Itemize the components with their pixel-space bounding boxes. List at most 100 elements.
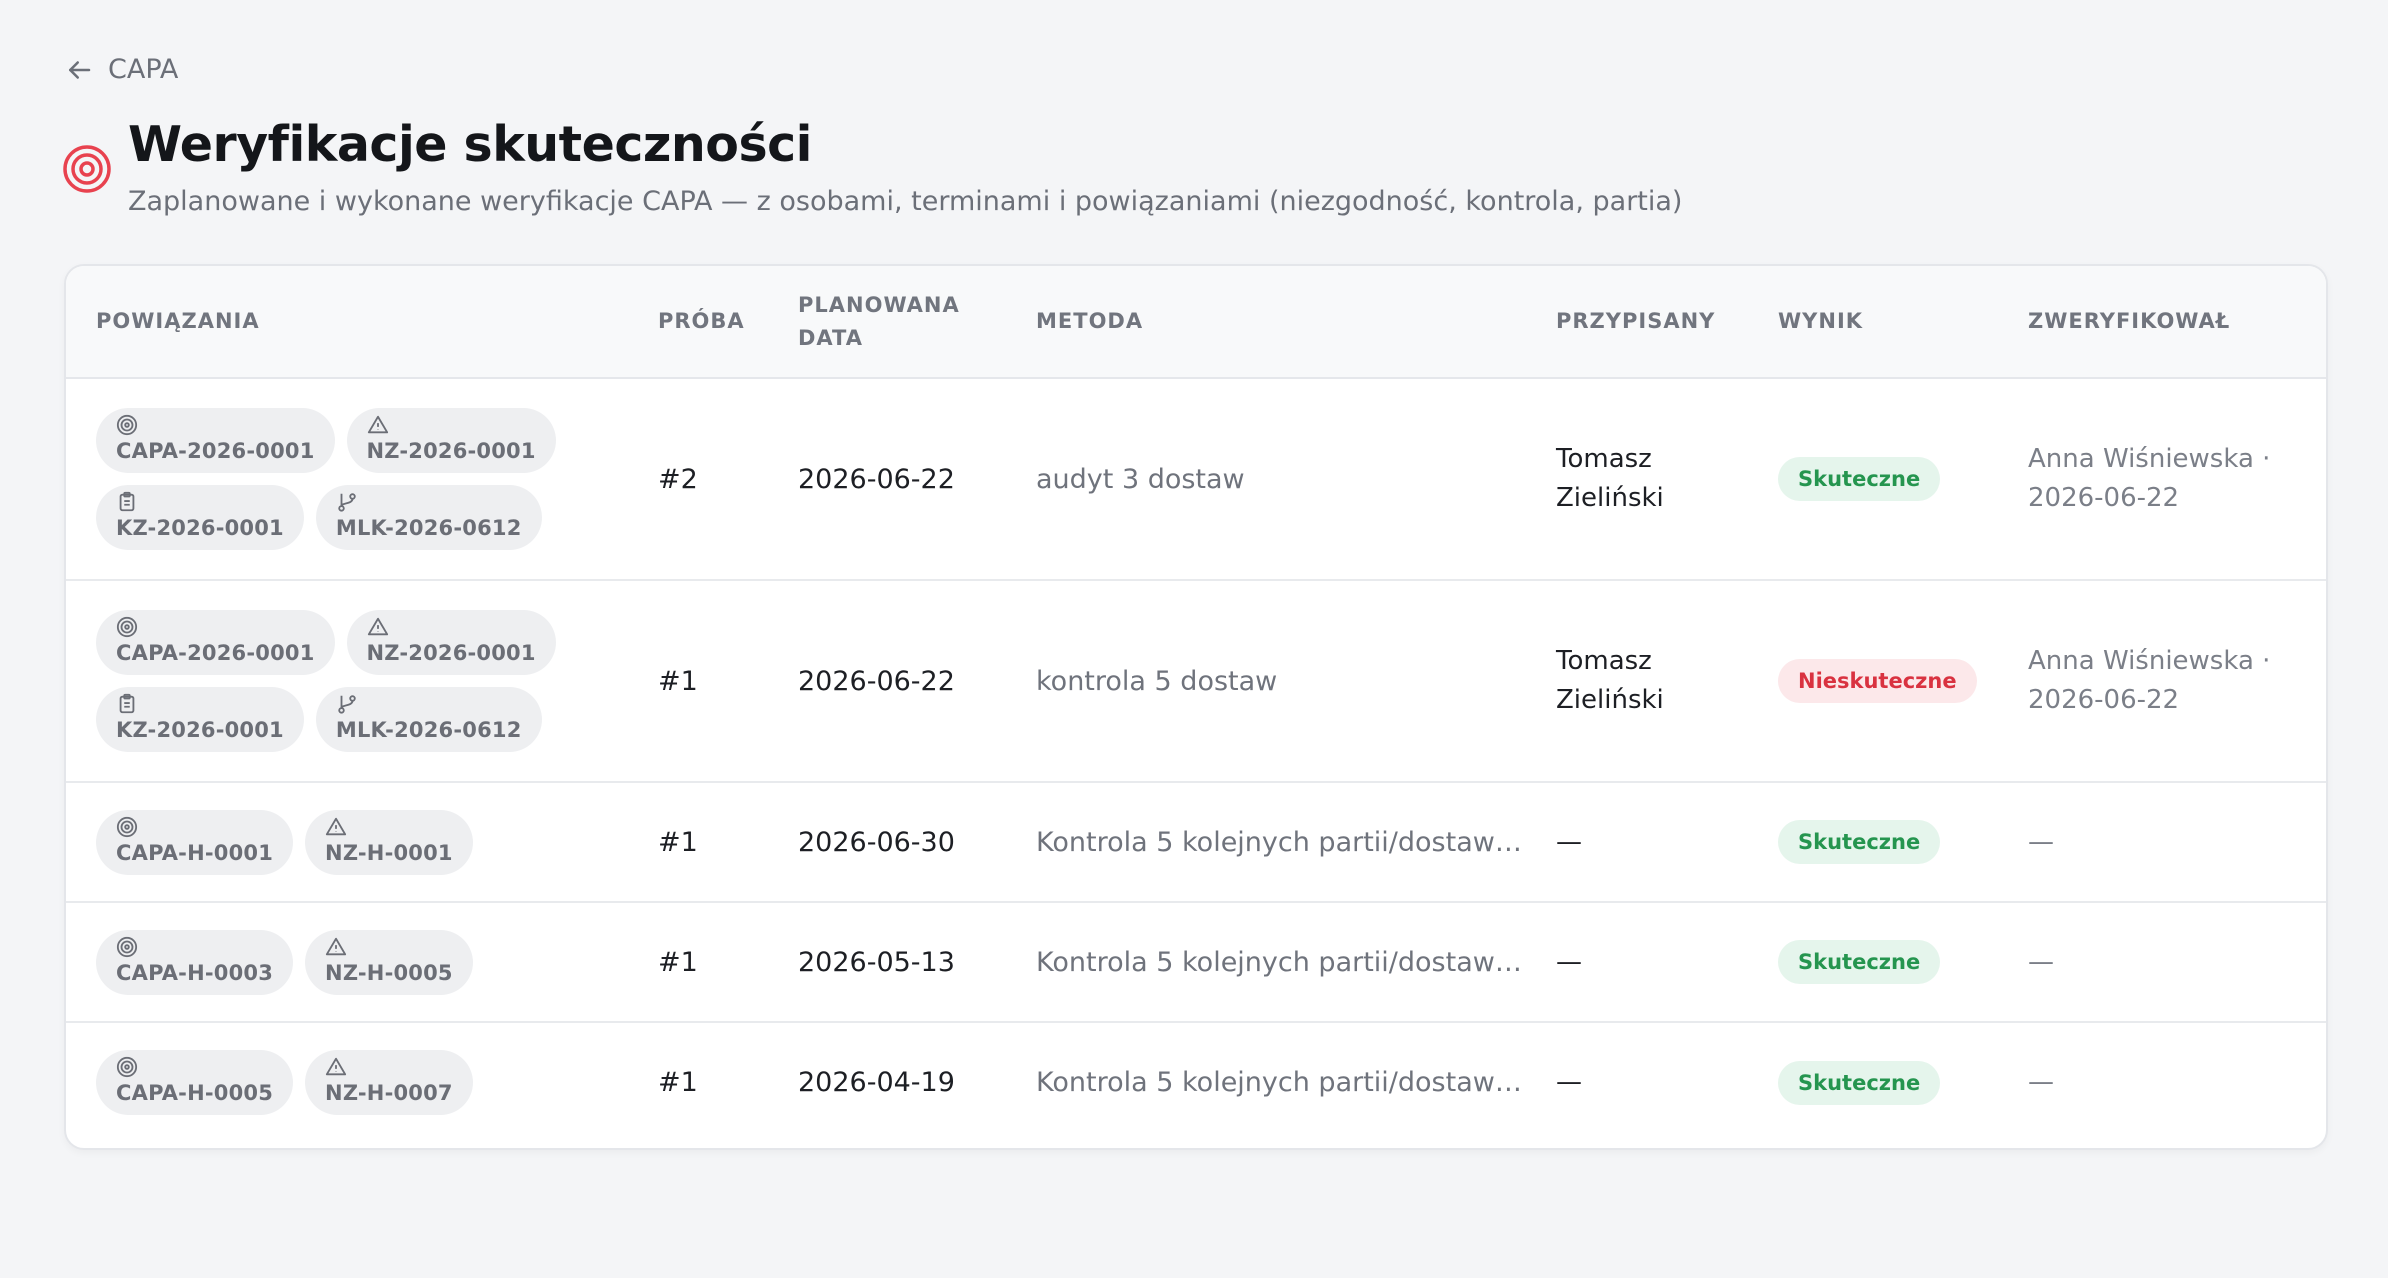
- method-cell: Kontrola 5 kolejnych partii/dostaw b...: [1006, 902, 1526, 1023]
- link-chip-capa[interactable]: CAPA-H-0003: [96, 929, 294, 995]
- verified-by-date: 2026-06-22: [2028, 685, 2180, 715]
- warning-icon: [367, 415, 388, 434]
- result-cell: Skuteczne: [1748, 378, 1998, 581]
- assigned-cell: Tomasz Zieliński: [1526, 378, 1748, 581]
- planned-date-cell: 2026-04-19: [798, 1067, 955, 1098]
- planned-date-cell: 2026-05-13: [768, 902, 1006, 1023]
- assigned-last-name: Zieliński: [1556, 685, 1664, 715]
- result-badge: Skuteczne: [1778, 940, 1941, 984]
- link-chip-capa[interactable]: CAPA-H-0005: [96, 1050, 294, 1115]
- back-link[interactable]: CAPA: [64, 54, 178, 85]
- link-chip-nonconformity[interactable]: NZ-H-0001: [305, 809, 473, 875]
- result-badge: Skuteczne: [1778, 1060, 1941, 1105]
- link-chip-label: CAPA-H-0003: [116, 960, 274, 985]
- warning-icon: [325, 1057, 347, 1076]
- target-icon: [116, 414, 138, 436]
- result-badge: Skuteczne: [1778, 457, 1941, 501]
- links-cell: CAPA-H-0005 NZ-H-0007: [66, 1022, 628, 1142]
- table-row[interactable]: CAPA-2026-0001 NZ-2026-0001 KZ-2026-0001: [66, 378, 2326, 581]
- method-cell: Kontrola 5 kolejnych partii/dostaw b...: [1006, 782, 1526, 903]
- attempt-cell: #1: [628, 902, 768, 1023]
- link-chip-nonconformity[interactable]: NZ-2026-0001: [346, 610, 556, 675]
- attempt-cell: #1: [658, 1067, 698, 1098]
- branch-icon: [338, 695, 356, 714]
- page-title: Weryfikacje skuteczności: [128, 116, 812, 173]
- method-cell: Kontrola 5 kolejnych partii/dostaw b...: [1036, 1067, 1526, 1098]
- assigned-cell: —: [1526, 902, 1748, 1023]
- link-chip-inspection[interactable]: KZ-2026-0001: [96, 687, 304, 752]
- table-row[interactable]: CAPA-2026-0001 NZ-2026-0001 KZ-2026-0001: [66, 580, 2326, 783]
- back-link-label: CAPA: [108, 54, 179, 85]
- links-cell: CAPA-2026-0001 NZ-2026-0001 KZ-2026-0001: [66, 580, 628, 783]
- link-chip-batch[interactable]: MLK-2026-0612: [315, 485, 542, 550]
- page-subtitle: Zaplanowane i wykonane weryfikacje CAPA …: [128, 186, 1683, 217]
- column-header-result: WYNIK: [1748, 266, 1998, 379]
- target-icon: [116, 936, 138, 957]
- attempt-cell: #1: [628, 580, 768, 783]
- link-chip-label: NZ-2026-0001: [366, 641, 536, 665]
- assigned-first-name: Tomasz: [1556, 444, 1652, 474]
- assigned-cell: —: [1526, 782, 1748, 903]
- method-cell: audyt 3 dostaw: [1006, 378, 1526, 581]
- link-chip-capa[interactable]: CAPA-2026-0001: [96, 408, 335, 473]
- link-chip-label: NZ-H-0005: [325, 960, 453, 985]
- link-chip-label: CAPA-2026-0001: [116, 439, 315, 463]
- link-chip-label: NZ-2026-0001: [366, 439, 536, 463]
- link-chip-capa[interactable]: CAPA-2026-0001: [96, 610, 335, 675]
- table-row[interactable]: CAPA-H-0001 NZ-H-0001 #1 2026-06-30 Kont…: [66, 782, 2326, 903]
- planned-date-cell: 2026-06-22: [768, 580, 1006, 783]
- verified-by-name: Anna Wiśniewska ·: [2028, 444, 2271, 474]
- clipboard-icon: [119, 693, 135, 714]
- column-header-assigned: PRZYPISANY: [1526, 266, 1748, 379]
- link-chip-label: CAPA-H-0001: [116, 840, 274, 865]
- method-cell: kontrola 5 dostaw: [1006, 580, 1526, 783]
- target-icon: [116, 616, 138, 638]
- column-header-planned-date-label: PLANOWANA DATA: [798, 292, 960, 350]
- arrow-left-icon: [69, 60, 91, 79]
- verified-by-cell: —: [2028, 1067, 2054, 1097]
- column-header-links: POWIĄZANIA: [66, 266, 628, 379]
- links-cell: CAPA-H-0003 NZ-H-0005: [66, 902, 628, 1023]
- link-chip-label: MLK-2026-0612: [335, 718, 522, 742]
- link-chip-nonconformity[interactable]: NZ-H-0007: [305, 1050, 473, 1115]
- result-badge: Nieskuteczne: [1778, 659, 1977, 703]
- verified-by-name: Anna Wiśniewska ·: [2028, 646, 2271, 676]
- column-header-attempt: PRÓBA: [628, 266, 768, 379]
- target-icon: [116, 1056, 138, 1078]
- result-cell: Skuteczne: [1748, 1022, 1998, 1142]
- column-header-planned-date: PLANOWANA DATA: [768, 266, 1006, 379]
- result-cell: Nieskuteczne: [1748, 580, 1998, 783]
- link-chip-inspection[interactable]: KZ-2026-0001: [96, 485, 304, 550]
- result-badge: Skuteczne: [1778, 820, 1941, 864]
- verified-by-cell: Anna Wiśniewska · 2026-06-22: [1998, 580, 2326, 783]
- table-row[interactable]: CAPA-H-0005 NZ-H-0007 #1 2026-04-19 Kont…: [66, 1022, 2326, 1142]
- target-icon: [116, 816, 138, 837]
- links-cell: CAPA-2026-0001 NZ-2026-0001 KZ-2026-0001: [66, 378, 628, 581]
- verifications-table: POWIĄZANIA PRÓBA PLANOWANA DATA METODA P…: [64, 264, 2328, 1150]
- assigned-cell: Tomasz Zieliński: [1526, 580, 1748, 783]
- planned-date-cell: 2026-06-30: [768, 782, 1006, 903]
- verified-by-cell: —: [1998, 782, 2326, 903]
- link-chip-label: CAPA-2026-0001: [116, 641, 315, 665]
- table-header-row: POWIĄZANIA PRÓBA PLANOWANA DATA METODA P…: [66, 266, 2326, 379]
- link-chip-label: KZ-2026-0001: [116, 516, 284, 540]
- target-icon: [63, 145, 111, 193]
- link-chip-label: KZ-2026-0001: [116, 718, 284, 742]
- link-chip-capa[interactable]: CAPA-H-0001: [96, 809, 294, 875]
- assigned-last-name: Zieliński: [1556, 483, 1664, 513]
- verified-by-cell: Anna Wiśniewska · 2026-06-22: [1998, 378, 2326, 581]
- page: CAPA Weryfikacje skuteczności Zaplanowan…: [0, 0, 2388, 1278]
- attempt-cell: #1: [628, 782, 768, 903]
- planned-date-cell: 2026-06-22: [768, 378, 1006, 581]
- links-cell: CAPA-H-0001 NZ-H-0001: [66, 782, 628, 903]
- link-chip-nonconformity[interactable]: NZ-H-0005: [305, 929, 473, 995]
- branch-icon: [338, 493, 356, 512]
- link-chip-nonconformity[interactable]: NZ-2026-0001: [346, 408, 556, 473]
- attempt-cell: #2: [628, 378, 768, 581]
- warning-icon: [367, 617, 388, 636]
- link-chip-batch[interactable]: MLK-2026-0612: [315, 687, 542, 752]
- table-row[interactable]: CAPA-H-0003 NZ-H-0005 #1 2026-05-13 Kont…: [66, 902, 2326, 1023]
- result-cell: Skuteczne: [1748, 782, 1998, 903]
- link-chip-label: NZ-H-0007: [325, 1081, 453, 1105]
- assigned-first-name: Tomasz: [1556, 646, 1652, 676]
